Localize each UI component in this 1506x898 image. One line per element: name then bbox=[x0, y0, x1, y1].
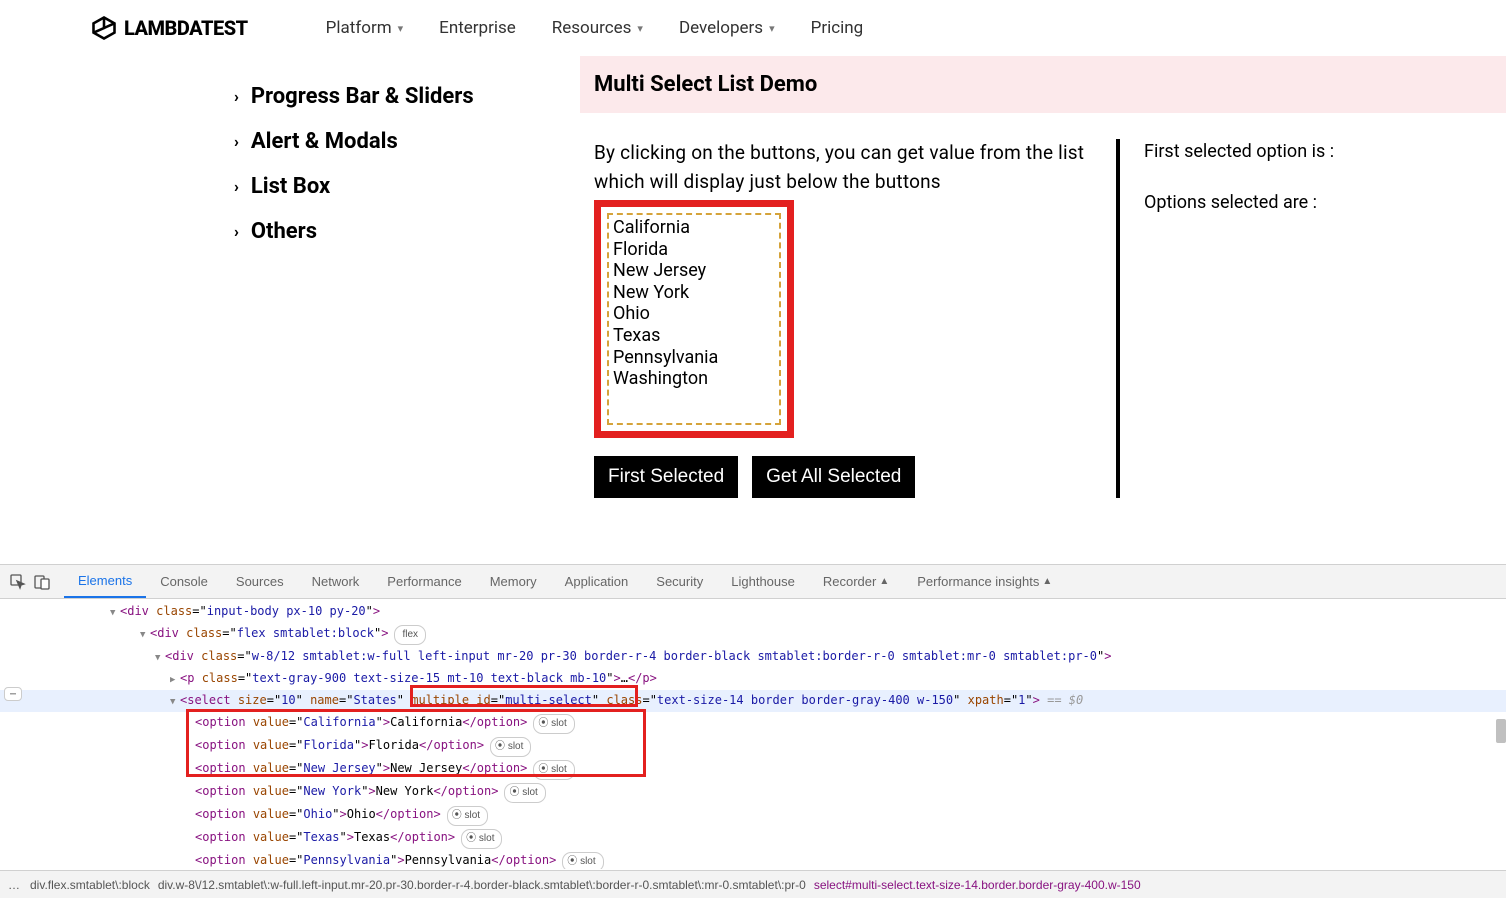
slot-badge[interactable]: ⦿ slot bbox=[533, 760, 574, 780]
inspect-tool-icon[interactable] bbox=[6, 570, 30, 594]
option-florida[interactable]: Florida bbox=[611, 239, 779, 261]
get-all-selected-button[interactable]: Get All Selected bbox=[752, 456, 915, 498]
sidebar-label: List Box bbox=[251, 174, 330, 199]
main-content: Multi Select List Demo By clicking on th… bbox=[580, 56, 1506, 498]
dom-line[interactable]: <option value="Florida">Florida</option>… bbox=[0, 735, 1506, 758]
dom-breadcrumb: … div.flex.smtablet\:block div.w-8\/12.s… bbox=[0, 870, 1506, 898]
sidebar-label: Others bbox=[251, 219, 317, 244]
option-california[interactable]: California bbox=[611, 217, 779, 239]
breadcrumb-item[interactable]: div.w-8\/12.smtablet\:w-full.left-input.… bbox=[154, 878, 810, 892]
beta-marker-icon: ▲ bbox=[1042, 576, 1052, 587]
devtools-tab-network[interactable]: Network bbox=[298, 565, 374, 598]
sidebar-label: Alert & Modals bbox=[251, 129, 398, 154]
slot-badge[interactable]: ⦿ slot bbox=[504, 783, 545, 803]
right-column: First selected option is : Options selec… bbox=[1120, 139, 1334, 498]
sidebar-item-alert-modals[interactable]: › Alert & Modals bbox=[234, 119, 580, 164]
devtools-tab-console[interactable]: Console bbox=[146, 565, 222, 598]
lambdatest-logo-icon bbox=[90, 14, 118, 42]
states-multiselect[interactable]: CaliforniaFloridaNew JerseyNew YorkOhioT… bbox=[609, 215, 779, 423]
devtools-panel: ElementsConsoleSourcesNetworkPerformance… bbox=[0, 564, 1506, 898]
option-new-jersey[interactable]: New Jersey bbox=[611, 260, 779, 282]
chevron-right-icon: › bbox=[234, 132, 239, 151]
dom-line[interactable]: ▼<div class="flex smtablet:block">flex bbox=[0, 623, 1506, 646]
dom-line[interactable]: ▼<div class="input-body px-10 py-20"> bbox=[0, 601, 1506, 623]
instruction-text: By clicking on the buttons, you can get … bbox=[594, 139, 1086, 196]
scrollbar-thumb[interactable] bbox=[1496, 719, 1506, 743]
nav-item-platform[interactable]: Platform▾ bbox=[326, 18, 403, 38]
first-selected-result: First selected option is : bbox=[1144, 141, 1334, 162]
devtools-tab-performance[interactable]: Performance bbox=[373, 565, 475, 598]
dom-line[interactable]: <option value="Texas">Texas</option>⦿ sl… bbox=[0, 827, 1506, 850]
dom-line[interactable]: <option value="California">California</o… bbox=[0, 712, 1506, 735]
content-row: By clicking on the buttons, you can get … bbox=[580, 113, 1506, 498]
chevron-down-icon: ▾ bbox=[398, 22, 404, 35]
slot-badge[interactable]: ⦿ slot bbox=[490, 737, 531, 757]
breadcrumb-ellipsis[interactable]: … bbox=[8, 878, 26, 892]
chevron-down-icon: ▾ bbox=[637, 22, 643, 35]
header: LAMBDATEST Platform▾ Enterprise Resources▾… bbox=[0, 0, 1506, 56]
page-title: Multi Select List Demo bbox=[580, 56, 1506, 113]
option-new-york[interactable]: New York bbox=[611, 282, 779, 304]
elements-tree[interactable]: ⋯ ▼<div class="input-body px-10 py-20">▼… bbox=[0, 599, 1506, 869]
collapse-ellipsis[interactable]: ⋯ bbox=[4, 687, 22, 701]
devtools-tab-sources[interactable]: Sources bbox=[222, 565, 298, 598]
devtools-tabs: ElementsConsoleSourcesNetworkPerformance… bbox=[0, 565, 1506, 599]
nav-item-resources[interactable]: Resources▾ bbox=[552, 18, 643, 38]
slot-badge[interactable]: ⦿ slot bbox=[461, 829, 502, 849]
beta-marker-icon: ▲ bbox=[879, 576, 889, 587]
devtools-tab-memory[interactable]: Memory bbox=[476, 565, 551, 598]
sidebar-label: Progress Bar & Sliders bbox=[251, 84, 474, 109]
chevron-right-icon: › bbox=[234, 222, 239, 241]
devtools-tab-recorder[interactable]: Recorder▲ bbox=[809, 565, 903, 598]
sidebar-item-progress-bar-sliders[interactable]: › Progress Bar & Sliders bbox=[234, 74, 580, 119]
left-column: By clicking on the buttons, you can get … bbox=[594, 139, 1120, 498]
first-selected-button[interactable]: First Selected bbox=[594, 456, 738, 498]
devtools-tab-lighthouse[interactable]: Lighthouse bbox=[717, 565, 809, 598]
nav-item-pricing[interactable]: Pricing bbox=[811, 18, 864, 38]
dom-line[interactable]: <option value="New Jersey">New Jersey</o… bbox=[0, 758, 1506, 781]
dom-line[interactable]: <option value="New York">New York</optio… bbox=[0, 781, 1506, 804]
slot-badge[interactable]: ⦿ slot bbox=[447, 806, 488, 826]
devtools-tab-elements[interactable]: Elements bbox=[64, 565, 146, 598]
devtools-tab-application[interactable]: Application bbox=[551, 565, 643, 598]
slot-badge[interactable]: ⦿ slot bbox=[562, 852, 603, 869]
slot-badge[interactable]: ⦿ slot bbox=[533, 714, 574, 734]
nav-item-enterprise[interactable]: Enterprise bbox=[439, 18, 516, 38]
option-texas[interactable]: Texas bbox=[611, 325, 779, 347]
breadcrumb-item[interactable]: div.flex.smtablet\:block bbox=[26, 878, 154, 892]
chevron-down-icon: ▾ bbox=[769, 22, 775, 35]
devtools-tab-security[interactable]: Security bbox=[642, 565, 717, 598]
sidebar: › Progress Bar & Sliders › Alert & Modals › L… bbox=[0, 56, 580, 498]
sidebar-item-list-box[interactable]: › List Box bbox=[234, 164, 580, 209]
page: › Progress Bar & Sliders › Alert & Modals › L… bbox=[0, 56, 1506, 498]
devtools-tab-performance-insights[interactable]: Performance insights▲ bbox=[903, 565, 1066, 598]
dom-line[interactable]: ▼<select size="10" name="States" multipl… bbox=[0, 690, 1506, 712]
flex-badge[interactable]: flex bbox=[394, 625, 426, 645]
option-washington[interactable]: Washington bbox=[611, 368, 779, 390]
device-toggle-icon[interactable] bbox=[30, 570, 54, 594]
dom-line[interactable]: ▼<div class="w-8/12 smtablet:w-full left… bbox=[0, 646, 1506, 668]
dom-line[interactable]: ▶<p class="text-gray-900 text-size-15 mt… bbox=[0, 668, 1506, 690]
button-row: First Selected Get All Selected bbox=[594, 456, 1086, 498]
sidebar-item-others[interactable]: › Others bbox=[234, 209, 580, 254]
brand-text: LAMBDATEST bbox=[124, 16, 248, 40]
breadcrumb-item[interactable]: select#multi-select.text-size-14.border.… bbox=[810, 878, 1145, 892]
nav-item-developers[interactable]: Developers▾ bbox=[679, 18, 775, 38]
logo[interactable]: LAMBDATEST bbox=[90, 14, 248, 42]
all-selected-result: Options selected are : bbox=[1144, 192, 1334, 213]
highlight-annotation: CaliforniaFloridaNew JerseyNew YorkOhioT… bbox=[594, 200, 794, 438]
chevron-right-icon: › bbox=[234, 87, 239, 106]
dom-line[interactable]: <option value="Pennsylvania">Pennsylvani… bbox=[0, 850, 1506, 869]
option-pennsylvania[interactable]: Pennsylvania bbox=[611, 347, 779, 369]
option-ohio[interactable]: Ohio bbox=[611, 303, 779, 325]
main-nav: Platform▾ Enterprise Resources▾ Developers▾… bbox=[326, 18, 864, 38]
dom-line[interactable]: <option value="Ohio">Ohio</option>⦿ slot bbox=[0, 804, 1506, 827]
select-wrap: CaliforniaFloridaNew JerseyNew YorkOhioT… bbox=[607, 213, 781, 425]
chevron-right-icon: › bbox=[234, 177, 239, 196]
